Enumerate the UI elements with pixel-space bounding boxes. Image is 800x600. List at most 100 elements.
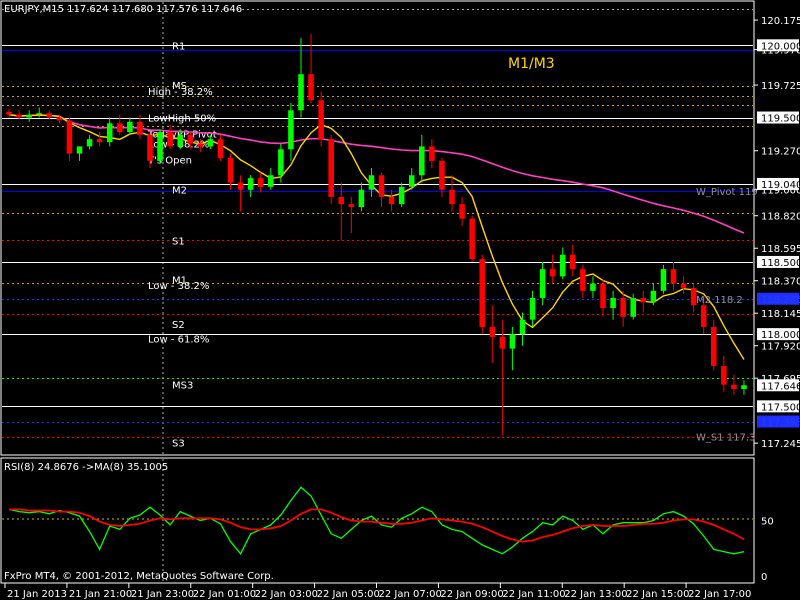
candle-body <box>348 204 355 208</box>
candle-body <box>298 74 304 111</box>
level-label: S1 <box>172 236 185 247</box>
time-tick-label: 22 Jan 15:00 <box>626 589 689 600</box>
candle-body <box>197 143 204 147</box>
candle-body <box>731 384 737 390</box>
watermark-label: M1/M3 <box>508 56 555 72</box>
candle-body <box>710 326 717 366</box>
level-label: R1 <box>172 41 185 52</box>
rsi-header: RSI(8) 24.8676 ->MA(8) 35.1005 <box>4 462 168 473</box>
candle-body <box>308 74 314 101</box>
candle-body <box>127 121 133 132</box>
candle-body <box>559 254 566 277</box>
candle-body <box>36 113 43 115</box>
candle-body <box>489 326 496 338</box>
time-tick-label: 22 Jan 09:00 <box>440 589 503 600</box>
time-tick-label: 21 Jan 21:00 <box>69 589 132 600</box>
candle-body <box>46 113 53 118</box>
price-tick-label: 119.725 <box>761 81 800 92</box>
candle-body <box>640 298 647 303</box>
time-tick-label: 22 Jan 13:00 <box>564 589 627 600</box>
candle-body <box>268 175 274 187</box>
price-tick-label: 119.270 <box>761 147 800 158</box>
candle-body <box>479 259 485 327</box>
candle-body <box>237 182 244 190</box>
candle-body <box>600 283 606 309</box>
price-box-label: 119.500 <box>761 114 800 125</box>
level-label: MS3 <box>172 381 193 392</box>
candle-body <box>76 146 83 154</box>
candle-body <box>398 186 405 205</box>
price-box: 118.500 <box>757 255 800 269</box>
level-label: M2 <box>172 186 187 197</box>
candle-body <box>288 110 294 150</box>
candle-body <box>96 139 103 143</box>
price-box-label: 118.000 <box>761 330 800 341</box>
candle <box>479 254 485 335</box>
price-box-label: 118.245 <box>761 295 800 306</box>
candle-body <box>378 175 385 197</box>
time-tick-label: 22 Jan 07:00 <box>379 589 442 600</box>
candle-body <box>580 269 586 291</box>
rsi-tick-label: 0 <box>761 572 767 583</box>
level-label: LowHigh 50% <box>148 114 216 125</box>
candle-body <box>117 123 123 132</box>
chart-window: R1MSHigh - 38.2%LowHigh 50%TodayPP Pivot… <box>0 0 800 600</box>
candle-body <box>388 196 395 205</box>
candle-body <box>318 100 324 140</box>
price-box-label: 117.395 <box>761 418 800 429</box>
candle-body <box>207 139 214 147</box>
candle <box>710 319 717 371</box>
candle-body <box>66 120 73 154</box>
candle-body <box>26 114 32 118</box>
candle-body <box>147 134 153 161</box>
price-tick-label: 118.595 <box>761 244 800 255</box>
candle-body <box>167 131 173 147</box>
candle-body <box>549 269 556 277</box>
candle-body <box>157 131 163 161</box>
candle-body <box>187 134 194 144</box>
time-tick-label: 21 Jan 23:00 <box>131 589 194 600</box>
candle-body <box>499 337 506 349</box>
candle-body <box>106 123 113 143</box>
price-box-label: 117.500 <box>761 402 800 413</box>
footer-copyright: FxPro MT4, © 2001-2012, MetaQuotes Softw… <box>4 571 274 582</box>
candle <box>660 264 667 294</box>
candle-body <box>680 283 687 288</box>
candle-body <box>660 269 667 291</box>
candle-body <box>590 283 596 291</box>
price-box: 119.500 <box>757 111 800 125</box>
price-box: 118.000 <box>757 328 800 341</box>
candle-body <box>439 160 445 190</box>
candle-body <box>509 334 516 349</box>
time-tick-label: 22 Jan 17:00 <box>688 589 751 600</box>
candle-body <box>328 139 334 197</box>
price-box-label: 120.000 <box>761 41 800 52</box>
candle <box>469 215 475 262</box>
candle-body <box>620 298 626 317</box>
candle-body <box>741 385 747 390</box>
candle <box>157 129 163 164</box>
level-label: Low - 61.8% <box>148 334 209 345</box>
candle-body <box>86 139 93 147</box>
price-box-label: 119.040 <box>761 180 800 191</box>
time-tick-label: 22 Jan 01:00 <box>193 589 256 600</box>
price-tick-label: 117.245 <box>761 439 800 450</box>
time-tick-label: 21 Jan 2013 <box>7 589 67 600</box>
candle-body <box>721 365 727 385</box>
price-box: 119.040 <box>757 177 800 191</box>
price-box: 117.395 <box>757 415 800 429</box>
level-label: T's Open <box>147 155 192 166</box>
level-label: Low - 38.2% <box>148 281 209 292</box>
right-level-label: W_S1 117.3 <box>696 433 755 444</box>
level-label: S2 <box>172 320 185 331</box>
candle-body <box>408 175 415 187</box>
candle-body <box>358 189 365 208</box>
candle-body <box>449 189 455 205</box>
candle-body <box>217 139 224 158</box>
time-tick-label: 22 Jan 11:00 <box>502 589 565 600</box>
time-tick-label: 22 Jan 03:00 <box>255 589 318 600</box>
candle-body <box>650 290 657 303</box>
rsi-tick-label: 50 <box>761 517 774 528</box>
candle-body <box>610 298 616 309</box>
candle-body <box>338 196 345 205</box>
